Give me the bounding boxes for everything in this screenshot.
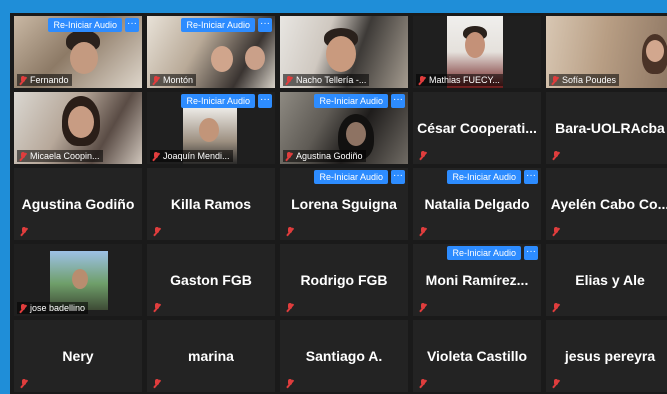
participant-tile-santiago[interactable]: Santiago A.	[280, 320, 408, 392]
more-options-button[interactable]: ···	[524, 246, 538, 260]
muted-mic-icon	[19, 75, 27, 85]
restart-audio-button[interactable]: Re-Iniciar Audio	[181, 94, 255, 108]
muted-mic-icon	[286, 379, 294, 388]
video-feed	[211, 46, 233, 72]
participant-name: Nery	[62, 348, 94, 364]
restart-audio-button[interactable]: Re-Iniciar Audio	[447, 246, 521, 260]
participant-name: Santiago A.	[305, 348, 383, 364]
participant-tile-natalia[interactable]: Re-Iniciar Audio ··· Natalia Delgado	[413, 168, 541, 240]
participant-name-label: jose badellino	[17, 302, 89, 314]
participant-name-label: Montón	[150, 74, 197, 86]
muted-mic-icon	[552, 379, 560, 388]
participant-name-label: Fernando	[17, 74, 72, 86]
gallery-view: Re-Iniciar Audio ··· Fernando Re-Iniciar…	[14, 16, 667, 392]
muted-mic-icon	[419, 151, 427, 160]
video-feed	[326, 36, 356, 72]
participant-name: Agustina Godiño	[21, 196, 135, 212]
participant-tile-lorena[interactable]: Re-Iniciar Audio ··· Lorena Sguigna	[280, 168, 408, 240]
muted-mic-icon	[286, 303, 294, 312]
muted-mic-icon	[419, 379, 427, 388]
muted-mic-icon	[551, 75, 559, 85]
participant-tile-bara[interactable]: Bara-UOLRAcba	[546, 92, 667, 164]
video-feed	[245, 46, 265, 70]
participant-tile-agustina[interactable]: Agustina Godiño	[14, 168, 142, 240]
more-options-button[interactable]: ···	[125, 18, 139, 32]
participant-tile-gaston[interactable]: Gaston FGB	[147, 244, 275, 316]
more-options-button[interactable]: ···	[524, 170, 538, 184]
video-feed	[70, 42, 98, 74]
participant-tile-rodrigo[interactable]: Rodrigo FGB	[280, 244, 408, 316]
participant-tile-ayelen[interactable]: Ayelén Cabo Co...	[546, 168, 667, 240]
participant-tile-marina[interactable]: marina	[147, 320, 275, 392]
participant-tile-agustina-video[interactable]: Re-Iniciar Audio ··· Agustina Godiño	[280, 92, 408, 164]
more-options-button[interactable]: ···	[391, 94, 405, 108]
participant-tile-nacho[interactable]: Nacho Tellería -...	[280, 16, 408, 88]
video-feed	[346, 122, 366, 146]
participant-name-label: Nacho Tellería -...	[283, 74, 370, 86]
participant-tile-jose[interactable]: jose badellino	[14, 244, 142, 316]
restart-audio-button[interactable]: Re-Iniciar Audio	[181, 18, 255, 32]
restart-audio-button[interactable]: Re-Iniciar Audio	[314, 94, 388, 108]
participant-name: jesus pereyra	[564, 348, 656, 364]
participant-name: Ayelén Cabo Co...	[550, 196, 667, 212]
participant-tile-mathias[interactable]: Mathias FUECY...	[413, 16, 541, 88]
participant-name: Gaston FGB	[170, 272, 252, 288]
participant-name: Moni Ramírez...	[425, 272, 529, 288]
muted-mic-icon	[286, 227, 294, 236]
participant-name: Lorena Sguigna	[291, 196, 397, 212]
participant-name: Rodrigo FGB	[300, 272, 388, 288]
video-feed	[646, 40, 664, 62]
participant-name: marina	[188, 348, 234, 364]
more-options-button[interactable]: ···	[258, 18, 272, 32]
restart-audio-button[interactable]: Re-Iniciar Audio	[447, 170, 521, 184]
participant-tile-sofia[interactable]: Sofía Poudes	[546, 16, 667, 88]
participant-name: Natalia Delgado	[424, 196, 530, 212]
participant-name-label: Mathias FUECY...	[416, 74, 503, 86]
participant-tile-elias[interactable]: Elias y Ale	[546, 244, 667, 316]
muted-mic-icon	[285, 75, 293, 85]
muted-mic-icon	[153, 227, 161, 236]
participant-name: Elias y Ale	[575, 272, 645, 288]
participant-tile-cesar[interactable]: César Cooperati...	[413, 92, 541, 164]
video-feed	[68, 106, 94, 138]
participant-name-label: Agustina Godiño	[283, 150, 366, 162]
muted-mic-icon	[419, 303, 427, 312]
participant-name-label: Micaela Coopin...	[17, 150, 103, 162]
participant-name-label: Joaquín Mendi...	[150, 150, 233, 162]
participant-tile-violeta[interactable]: Violeta Castillo	[413, 320, 541, 392]
muted-mic-icon	[19, 151, 27, 161]
muted-mic-icon	[152, 151, 160, 161]
restart-audio-button[interactable]: Re-Iniciar Audio	[314, 170, 388, 184]
muted-mic-icon	[153, 379, 161, 388]
muted-mic-icon	[19, 303, 27, 313]
muted-mic-icon	[153, 303, 161, 312]
participant-tile-moni[interactable]: Re-Iniciar Audio ··· Moni Ramírez...	[413, 244, 541, 316]
muted-mic-icon	[552, 151, 560, 160]
participant-name: César Cooperati...	[417, 120, 537, 136]
muted-mic-icon	[418, 75, 426, 85]
more-options-button[interactable]: ···	[258, 94, 272, 108]
muted-mic-icon	[20, 227, 28, 236]
participant-tile-joaquin[interactable]: Re-Iniciar Audio ··· Joaquín Mendi...	[147, 92, 275, 164]
muted-mic-icon	[552, 303, 560, 312]
participant-tile-monton[interactable]: Re-Iniciar Audio ··· Montón	[147, 16, 275, 88]
muted-mic-icon	[152, 75, 160, 85]
more-options-button[interactable]: ···	[391, 170, 405, 184]
participant-tile-fernando[interactable]: Re-Iniciar Audio ··· Fernando	[14, 16, 142, 88]
participant-tile-killa[interactable]: Killa Ramos	[147, 168, 275, 240]
participant-name: Violeta Castillo	[426, 348, 528, 364]
muted-mic-icon	[285, 151, 293, 161]
muted-mic-icon	[20, 379, 28, 388]
muted-mic-icon	[552, 227, 560, 236]
participant-tile-micaela[interactable]: Micaela Coopin...	[14, 92, 142, 164]
muted-mic-icon	[419, 227, 427, 236]
participant-name-label: Sofía Poudes	[549, 74, 620, 86]
participant-tile-jesus[interactable]: jesus pereyra	[546, 320, 667, 392]
restart-audio-button[interactable]: Re-Iniciar Audio	[48, 18, 122, 32]
participant-name: Bara-UOLRAcba	[555, 120, 665, 136]
participant-name: Killa Ramos	[170, 196, 252, 212]
participant-tile-nery[interactable]: Nery	[14, 320, 142, 392]
